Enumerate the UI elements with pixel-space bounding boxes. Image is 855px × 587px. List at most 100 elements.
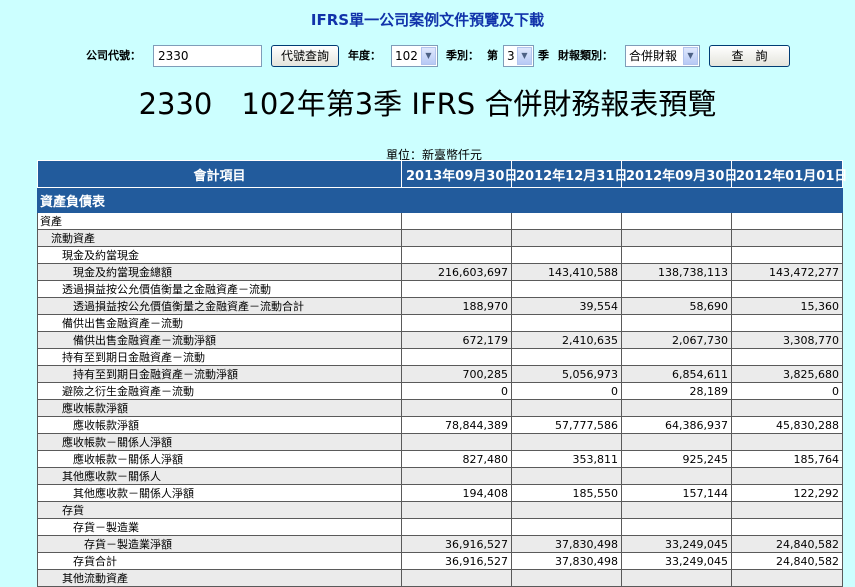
table-row: 其他應收款－關係人淨額 194,408 185,550 157,144 122,292: [37, 484, 843, 502]
row-label: 應收帳款－關係人淨額: [37, 433, 402, 451]
season-prefix: 第: [487, 49, 498, 62]
row-value: 672,179: [401, 331, 512, 349]
column-header: 2012年12月31日: [511, 160, 627, 188]
row-label: 持有至到期日金融資產－流動: [37, 348, 402, 366]
row-value: [511, 501, 622, 519]
row-value: 57,777,586: [511, 416, 622, 434]
row-value: 36,916,527: [401, 552, 512, 570]
season-suffix: 季: [538, 49, 549, 62]
row-label: 持有至到期日金融資產－流動淨額: [37, 365, 402, 383]
row-label: 流動資產: [37, 229, 402, 247]
table-header-row: 會計項目 2013年09月30日 2012年12月31日 2012年09月30日…: [37, 160, 847, 188]
row-label: 資產: [37, 212, 402, 230]
page-title: IFRS單一公司案例文件預覽及下載: [310, 11, 545, 29]
row-value: [621, 246, 732, 264]
row-value: [621, 399, 732, 417]
row-value: [401, 501, 512, 519]
chevron-down-icon: ▼: [683, 47, 698, 65]
season-label: 季別：: [446, 49, 479, 62]
table-body: 資產負債表 資產 流動資產 現金及約當現金 現金及約當現金總額 216,603,697 1…: [37, 187, 843, 587]
row-value: [621, 518, 732, 536]
year-label: 年度：: [348, 49, 381, 62]
row-value: 157,144: [621, 484, 732, 502]
report-type-select[interactable]: 合併財報 ▼: [625, 45, 700, 67]
row-value: 925,245: [621, 450, 732, 468]
table-row: 存貨－製造業淨額 36,916,527 37,830,498 33,249,045 24…: [37, 535, 843, 553]
row-value: 216,603,697: [401, 263, 512, 281]
row-value: [621, 314, 732, 332]
row-value: 2,410,635: [511, 331, 622, 349]
row-label: 存貨－製造業淨額: [37, 535, 402, 553]
report-type-label: 財報類別：: [558, 49, 613, 62]
table-row: 存貨: [37, 501, 843, 519]
code-query-button[interactable]: 代號查詢: [271, 45, 339, 67]
table-row: 現金及約當現金: [37, 246, 843, 264]
row-value: [511, 399, 622, 417]
section-title: 資產負債表: [37, 187, 843, 213]
row-value: [731, 433, 843, 451]
chevron-down-icon: ▼: [517, 47, 532, 65]
row-value: 194,408: [401, 484, 512, 502]
row-label: 應收帳款淨額: [37, 399, 402, 417]
row-value: 58,690: [621, 297, 732, 315]
table-row: 資產: [37, 212, 843, 230]
chevron-down-icon: ▼: [421, 47, 436, 65]
row-value: [511, 518, 622, 536]
table-row: 持有至到期日金融資產－流動: [37, 348, 843, 366]
row-value: 33,249,045: [621, 552, 732, 570]
row-value: [511, 246, 622, 264]
table-row: 其他應收款－關係人: [37, 467, 843, 485]
row-label: 現金及約當現金總額: [37, 263, 402, 281]
row-value: [621, 280, 732, 298]
row-label: 現金及約當現金: [37, 246, 402, 264]
row-value: [401, 467, 512, 485]
row-value: [731, 399, 843, 417]
row-value: [401, 229, 512, 247]
row-value: 0: [511, 382, 622, 400]
year-value: 102: [395, 49, 418, 63]
company-code-input[interactable]: 2330: [153, 45, 262, 67]
table-row: 應收帳款－關係人淨額 827,480 353,811 925,245 185,764: [37, 450, 843, 468]
row-value: 827,480: [401, 450, 512, 468]
row-value: 185,764: [731, 450, 843, 468]
row-value: [621, 212, 732, 230]
row-value: [731, 229, 843, 247]
row-value: 64,386,937: [621, 416, 732, 434]
row-label: 備供出售金融資產－流動: [37, 314, 402, 332]
table-row: 透過損益按公允價值衡量之金融資產－流動合計 188,970 39,554 58,690…: [37, 297, 843, 315]
row-label: 其他應收款－關係人淨額: [37, 484, 402, 502]
row-label: 備供出售金融資產－流動淨額: [37, 331, 402, 349]
table-row: 備供出售金融資產－流動: [37, 314, 843, 332]
row-label: 避險之衍生金融資產－流動: [37, 382, 402, 400]
season-value: 3: [507, 49, 515, 63]
row-value: [731, 569, 843, 587]
row-value: 6,854,611: [621, 365, 732, 383]
row-value: 185,550: [511, 484, 622, 502]
row-value: [511, 212, 622, 230]
row-label: 存貨: [37, 501, 402, 519]
row-value: [731, 280, 843, 298]
column-header: 2012年01月01日: [731, 160, 847, 188]
row-value: 45,830,288: [731, 416, 843, 434]
row-value: [401, 314, 512, 332]
table-row: 應收帳款－關係人淨額: [37, 433, 843, 451]
row-value: [401, 280, 512, 298]
query-button[interactable]: 查 詢: [709, 45, 790, 67]
row-label: 存貨合計: [37, 552, 402, 570]
row-value: [621, 501, 732, 519]
row-value: [401, 569, 512, 587]
table-row: 其他流動資產: [37, 569, 843, 587]
row-value: 33,249,045: [621, 535, 732, 553]
row-value: [621, 569, 732, 587]
row-value: [731, 348, 843, 366]
company-code-label: 公司代號：: [86, 49, 141, 62]
row-value: [731, 518, 843, 536]
season-select[interactable]: 3 ▼: [503, 45, 534, 67]
row-value: [401, 212, 512, 230]
year-select[interactable]: 102 ▼: [391, 45, 438, 67]
row-value: 37,830,498: [511, 552, 622, 570]
row-value: [731, 314, 843, 332]
row-value: [621, 229, 732, 247]
row-value: [511, 569, 622, 587]
row-value: [511, 467, 622, 485]
